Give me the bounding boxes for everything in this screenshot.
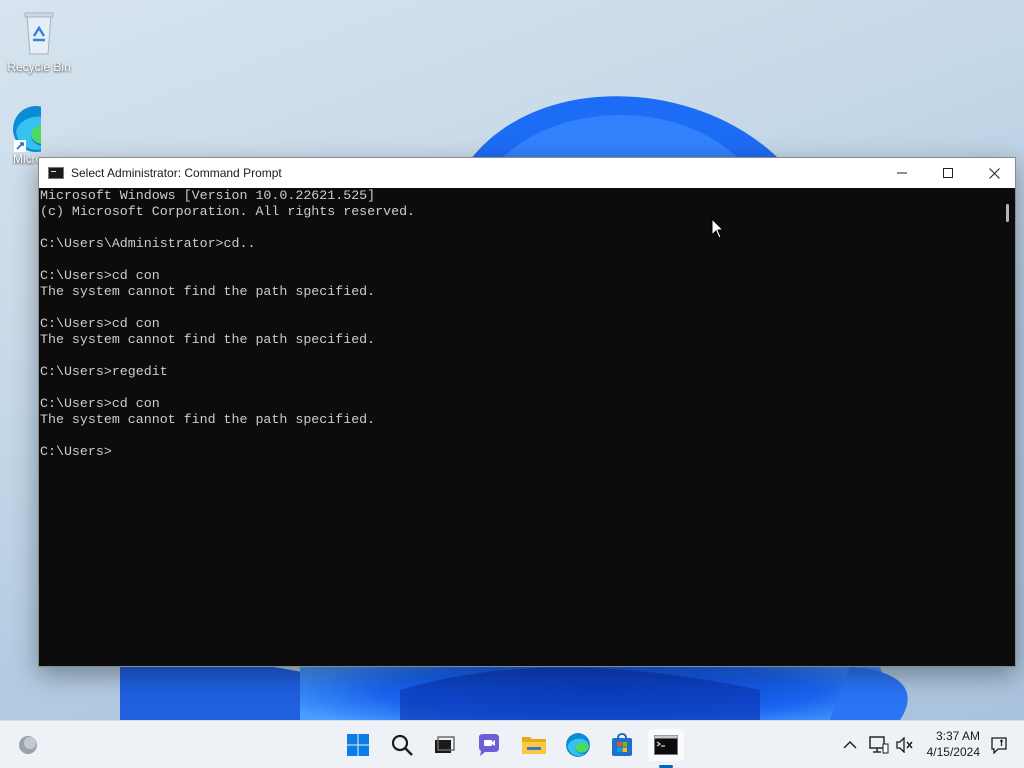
console-output[interactable]: Microsoft Windows [Version 10.0.22621.52… bbox=[39, 188, 999, 666]
window-title: Select Administrator: Command Prompt bbox=[71, 166, 282, 180]
taskbar-chat-button[interactable] bbox=[471, 729, 507, 761]
console-line: C:\Users>cd con bbox=[40, 396, 160, 411]
cmd-icon bbox=[654, 735, 678, 755]
taskbar-store-button[interactable] bbox=[604, 729, 640, 761]
desktop-icon-label: Recycle Bin bbox=[7, 60, 71, 74]
edge-icon bbox=[566, 733, 590, 757]
desktop-icon-recycle-bin[interactable]: Recycle Bin bbox=[1, 8, 77, 74]
console-line: The system cannot find the path specifie… bbox=[40, 284, 376, 299]
folder-icon bbox=[522, 737, 546, 754]
taskbar-task-view-button[interactable] bbox=[426, 729, 462, 761]
tray-clock[interactable]: 3:37 AM 4/15/2024 bbox=[918, 729, 980, 759]
maximize-button[interactable] bbox=[925, 158, 971, 188]
task-view-icon bbox=[435, 736, 455, 753]
console-line: The system cannot find the path specifie… bbox=[40, 332, 376, 347]
command-prompt-window[interactable]: Select Administrator: Command Prompt Mic… bbox=[38, 157, 1016, 667]
network-icon bbox=[869, 736, 889, 754]
minimize-button[interactable] bbox=[879, 158, 925, 188]
cmd-icon bbox=[48, 167, 64, 179]
maximize-icon bbox=[943, 168, 953, 178]
console-line: C:\Users>cd con bbox=[40, 316, 160, 331]
taskbar-search-button[interactable] bbox=[384, 729, 420, 761]
console-line: The system cannot find the path specifie… bbox=[40, 412, 376, 427]
tray-time: 3:37 AM bbox=[935, 729, 980, 743]
tray-volume-button[interactable] bbox=[890, 729, 920, 761]
close-button[interactable] bbox=[971, 158, 1017, 188]
tray-date: 4/15/2024 bbox=[926, 745, 980, 759]
chevron-up-icon bbox=[843, 741, 857, 749]
edge-icon bbox=[11, 104, 41, 152]
console-line: (c) Microsoft Corporation. All rights re… bbox=[40, 204, 416, 219]
scroll-thumb[interactable] bbox=[1006, 204, 1009, 222]
widgets-button[interactable] bbox=[10, 729, 46, 761]
taskbar-file-explorer-button[interactable] bbox=[516, 729, 552, 761]
notification-icon bbox=[991, 737, 1007, 754]
console-line: C:\Users>regedit bbox=[40, 364, 168, 379]
weather-icon bbox=[19, 736, 37, 754]
search-icon bbox=[391, 734, 413, 756]
close-icon bbox=[988, 167, 1000, 179]
taskbar-edge-button[interactable] bbox=[560, 729, 596, 761]
recycle-bin-icon bbox=[15, 8, 63, 56]
console-line: C:\Users\Administrator>cd.. bbox=[40, 236, 256, 251]
taskbar-start-button[interactable] bbox=[340, 729, 376, 761]
chat-icon bbox=[479, 734, 499, 756]
desktop-icon-edge[interactable]: Microsoft Edge bbox=[1, 104, 41, 166]
taskbar-command-prompt-button[interactable] bbox=[648, 729, 684, 761]
store-icon bbox=[612, 733, 632, 756]
console-line: C:\Users> bbox=[40, 444, 112, 459]
taskbar: 3:37 AM 4/15/2024 bbox=[0, 720, 1024, 768]
vertical-scrollbar[interactable] bbox=[999, 188, 1015, 666]
mouse-cursor-icon bbox=[711, 217, 725, 244]
window-titlebar[interactable]: Select Administrator: Command Prompt bbox=[39, 158, 1015, 188]
desktop-icon-label: Microsoft Edge bbox=[13, 152, 41, 166]
minimize-icon bbox=[897, 172, 907, 174]
windows-start-icon bbox=[347, 734, 369, 756]
console-line: Microsoft Windows [Version 10.0.22621.52… bbox=[40, 188, 376, 203]
console-line: C:\Users>cd con bbox=[40, 268, 160, 283]
tray-overflow-button[interactable] bbox=[833, 729, 867, 761]
notification-center-button[interactable] bbox=[984, 729, 1014, 761]
volume-muted-icon bbox=[896, 737, 913, 753]
